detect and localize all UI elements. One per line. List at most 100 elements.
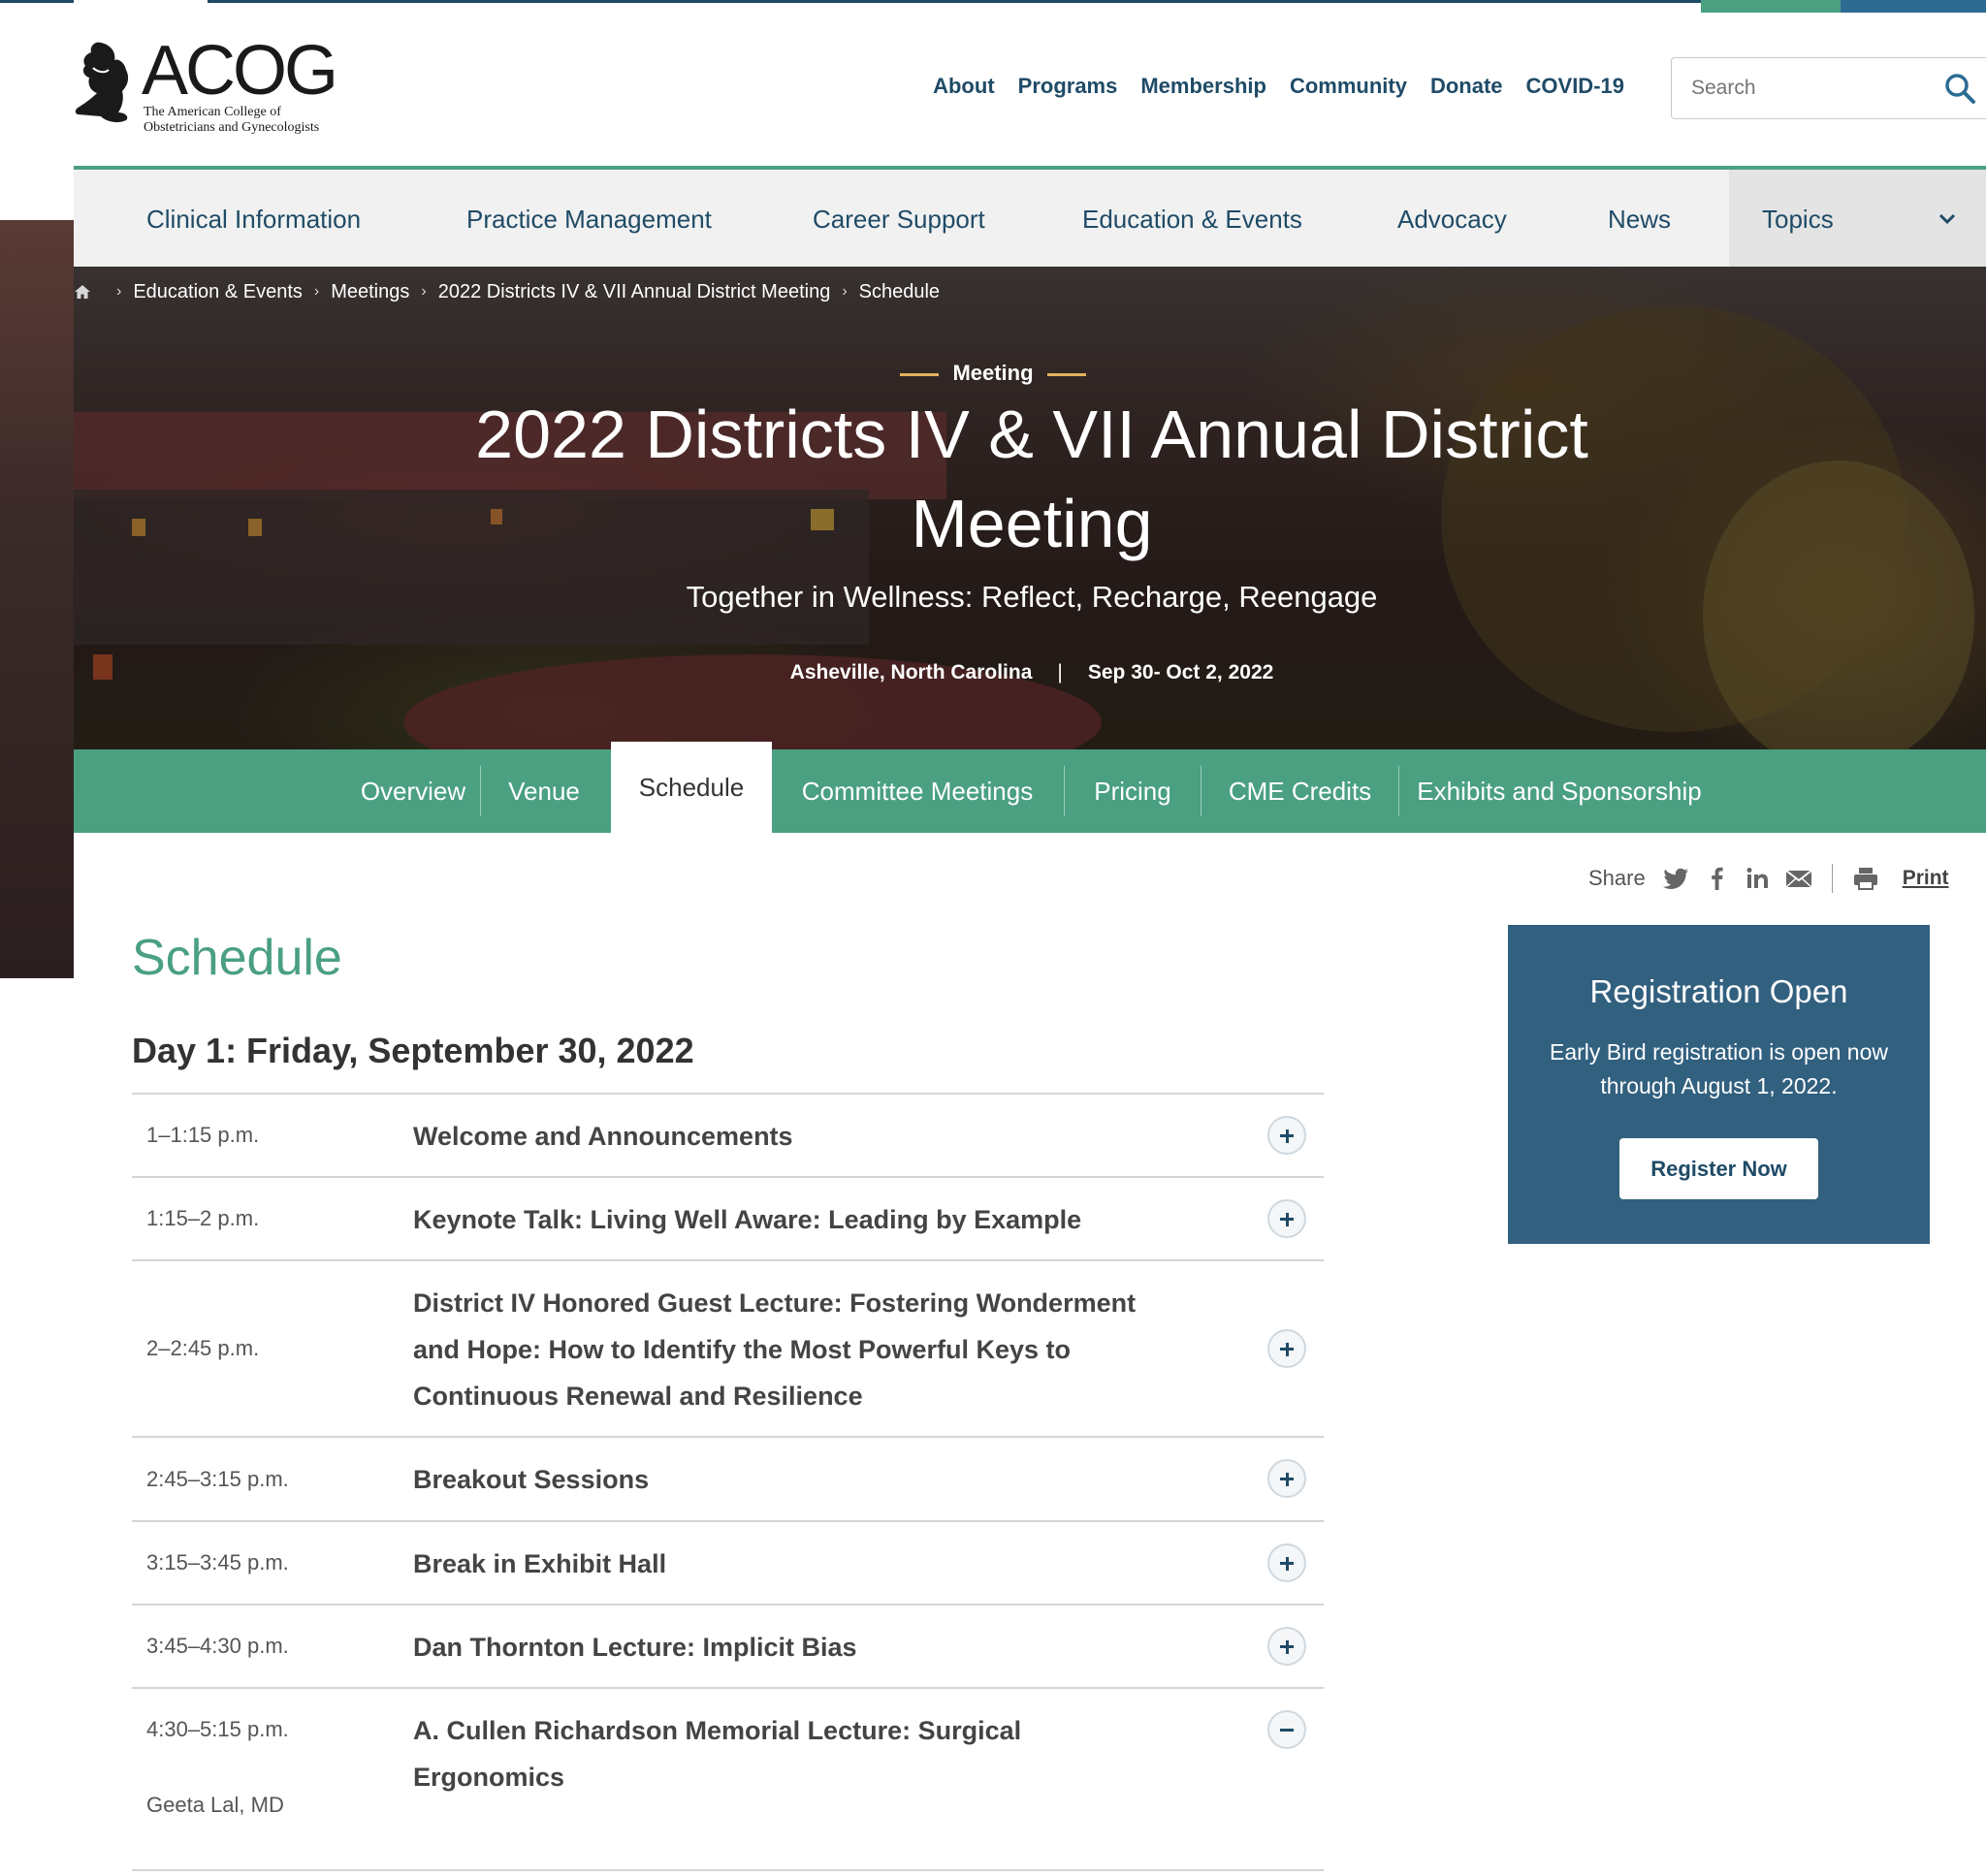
schedule-accordion: 1–1:15 p.m. Welcome and Announcements 1:… [132, 1093, 1324, 1871]
utility-nav-programs[interactable]: Programs [1018, 74, 1118, 99]
event-dates: Sep 30- Oct 2, 2022 [1087, 661, 1274, 684]
main-nav-clinical-information[interactable]: Clinical Information [146, 205, 361, 235]
search-box [1671, 57, 1986, 119]
schedule-row[interactable]: 3:45–4:30 p.m. Dan Thornton Lecture: Imp… [132, 1606, 1324, 1689]
main-nav-topics-dropdown[interactable]: Topics [1729, 170, 1986, 267]
print-link[interactable]: Print [1903, 867, 1949, 890]
breadcrumb-separator-icon: › [421, 283, 427, 300]
meta-separator: | [1057, 661, 1063, 684]
session-title: A. Cullen Richardson Memorial Lecture: S… [413, 1716, 1022, 1792]
top-utility-tab-blue[interactable] [1841, 0, 1986, 13]
search-input[interactable] [1691, 58, 1924, 118]
kicker-rule-right [1046, 372, 1086, 376]
registration-callout: Registration Open Early Bird registratio… [1508, 925, 1930, 1244]
session-time: 3:45–4:30 p.m. [146, 1634, 289, 1658]
session-time: 2:45–3:15 p.m. [146, 1467, 289, 1491]
expand-plus-icon[interactable] [1267, 1627, 1306, 1666]
schedule-row[interactable]: 1–1:15 p.m. Welcome and Announcements [132, 1095, 1324, 1178]
session-time: 3:15–3:45 p.m. [146, 1550, 289, 1574]
printer-icon[interactable] [1852, 866, 1879, 891]
chevron-down-icon [1938, 213, 1956, 225]
session-time: 4:30–5:15 p.m. [146, 1717, 289, 1741]
utility-nav-community[interactable]: Community [1290, 74, 1407, 99]
schedule-row[interactable]: 2:45–3:15 p.m. Breakout Sessions [132, 1438, 1324, 1522]
utility-nav: About Programs Membership Community Dona… [910, 74, 1624, 99]
linkedin-icon[interactable] [1745, 866, 1772, 891]
session-speaker: Geeta Lal, MD [146, 1793, 284, 1817]
main-nav: Clinical Information Practice Management… [74, 166, 1986, 267]
logo-subtitle-line1: The American College of [144, 105, 281, 119]
schedule-row[interactable]: 3:15–3:45 p.m. Break in Exhibit Hall [132, 1522, 1324, 1606]
main-nav-advocacy[interactable]: Advocacy [1397, 205, 1507, 235]
hero-meta: Asheville, North Carolina | Sep 30- Oct 2,… [0, 661, 1986, 684]
registration-title: Registration Open [1589, 973, 1848, 1009]
breadcrumb-meetings[interactable]: Meetings [331, 281, 409, 303]
breadcrumb-education-events[interactable]: Education & Events [133, 281, 303, 303]
tab-committee-meetings[interactable]: Committee Meetings [772, 749, 1063, 833]
kicker-label: Meeting [952, 361, 1034, 385]
main-nav-education-events[interactable]: Education & Events [1082, 205, 1302, 235]
top-accent-gap [74, 0, 208, 3]
session-time: 1:15–2 p.m. [146, 1206, 260, 1230]
page-title: Schedule [132, 930, 342, 986]
main-nav-career-support[interactable]: Career Support [813, 205, 985, 235]
breadcrumb-separator-icon: › [116, 283, 122, 300]
expand-plus-icon[interactable] [1267, 1459, 1306, 1498]
utility-nav-donate[interactable]: Donate [1430, 74, 1503, 99]
topics-label: Topics [1762, 205, 1834, 234]
page-title-hero: 2022 Districts IV & VII Annual District … [475, 397, 1588, 561]
acog-logo[interactable]: ACOG The American College of Obstetricia… [72, 33, 363, 143]
schedule-row-expanded[interactable]: 4:30–5:15 p.m. A. Cullen Richardson Memo… [132, 1689, 1324, 1871]
twitter-icon[interactable] [1662, 866, 1690, 891]
tab-pricing[interactable]: Pricing [1065, 749, 1201, 833]
register-now-button[interactable]: Register Now [1619, 1138, 1818, 1199]
expand-plus-icon[interactable] [1267, 1543, 1306, 1582]
utility-nav-about[interactable]: About [933, 74, 995, 99]
collapse-minus-icon[interactable] [1267, 1710, 1306, 1749]
tab-venue[interactable]: Venue [481, 749, 607, 833]
tab-exhibits-sponsorship[interactable]: Exhibits and Sponsorship [1399, 749, 1719, 833]
share-label: Share [1588, 866, 1646, 890]
search-icon[interactable] [1943, 72, 1976, 105]
share-bar: Share Print [1588, 863, 1949, 894]
main-nav-news[interactable]: News [1608, 205, 1671, 235]
registration-text: Early Bird registration is open now thro… [1550, 1039, 1888, 1098]
event-location: Asheville, North Carolina [789, 661, 1033, 684]
expand-plus-icon[interactable] [1267, 1199, 1306, 1238]
logo-wordmark: ACOG [142, 32, 338, 110]
meeting-tabs: Overview Venue Schedule Committee Meetin… [74, 742, 1986, 833]
facebook-icon[interactable] [1704, 866, 1731, 891]
hero-kicker: Meeting [0, 361, 1986, 386]
session-title: Break in Exhibit Hall [413, 1549, 667, 1578]
share-divider [1831, 864, 1833, 893]
expand-plus-icon[interactable] [1267, 1329, 1306, 1368]
mother-child-logo-icon [75, 42, 129, 123]
session-title: Dan Thornton Lecture: Implicit Bias [413, 1633, 857, 1662]
session-time: 1–1:15 p.m. [146, 1123, 260, 1147]
breadcrumb: › Education & Events › Meetings › 2022 D… [74, 278, 940, 305]
email-icon[interactable] [1785, 866, 1812, 891]
schedule-row[interactable]: 2–2:45 p.m. District IV Honored Guest Le… [132, 1261, 1324, 1438]
main-nav-practice-management[interactable]: Practice Management [466, 205, 712, 235]
top-utility-tab-green[interactable] [1701, 0, 1841, 13]
breadcrumb-current: Schedule [858, 280, 941, 302]
home-icon[interactable] [74, 283, 91, 301]
tab-overview[interactable]: Overview [326, 749, 500, 833]
breadcrumb-meeting[interactable]: 2022 Districts IV & VII Annual District … [438, 281, 831, 303]
utility-nav-covid[interactable]: COVID-19 [1526, 74, 1624, 99]
tab-schedule[interactable]: Schedule [611, 742, 772, 833]
top-accent-line [0, 0, 1986, 3]
utility-nav-membership[interactable]: Membership [1140, 74, 1266, 99]
breadcrumb-separator-icon: › [313, 283, 320, 300]
breadcrumb-separator-icon: › [842, 283, 848, 300]
session-title: Keynote Talk: Living Well Aware: Leading… [413, 1205, 1082, 1234]
expand-plus-icon[interactable] [1267, 1116, 1306, 1155]
logo-subtitle-line2: Obstetricians and Gynecologists [144, 120, 320, 135]
schedule-row[interactable]: 1:15–2 p.m. Keynote Talk: Living Well Aw… [132, 1178, 1324, 1261]
tab-cme-credits[interactable]: CME Credits [1201, 749, 1398, 833]
kicker-rule-left [900, 372, 940, 376]
session-title: Breakout Sessions [413, 1465, 650, 1494]
session-title: District IV Honored Guest Lecture: Foste… [413, 1288, 1137, 1411]
session-title: Welcome and Announcements [413, 1122, 793, 1151]
hero-subtitle: Together in Wellness: Reflect, Recharge,… [686, 580, 1378, 614]
